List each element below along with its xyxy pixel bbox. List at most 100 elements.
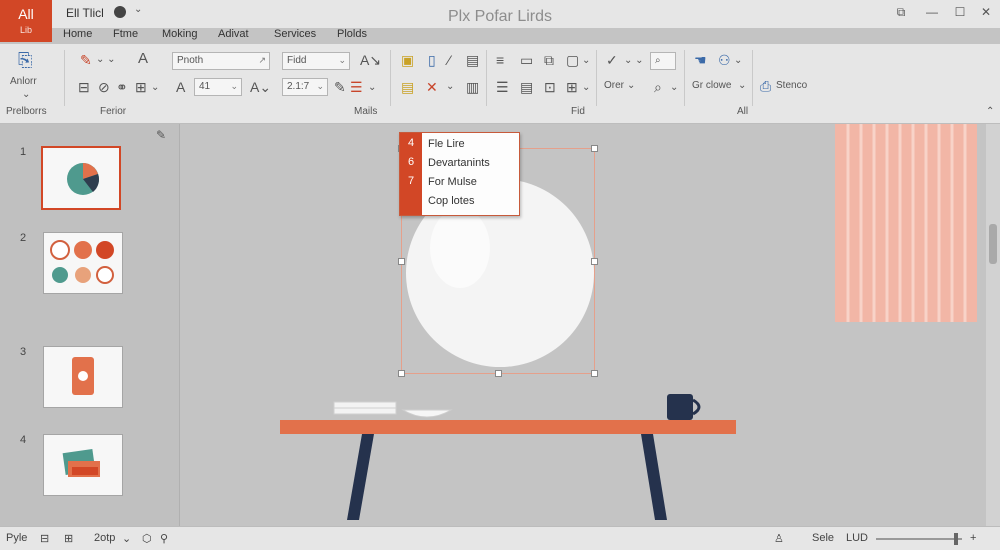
style-select[interactable]: Fidd ⌄ xyxy=(282,52,350,70)
context-menu-item[interactable]: 7 For Mulse xyxy=(400,173,519,192)
delete-icon[interactable]: ✕ xyxy=(426,79,438,95)
resize-handle[interactable] xyxy=(398,258,405,265)
share-icon[interactable]: ⎙ xyxy=(760,78,771,94)
arrange-button-label[interactable]: Orer xyxy=(604,80,624,91)
chevron-down-icon[interactable]: ⌄ ⌄ xyxy=(96,52,116,68)
text-style-icon[interactable]: A xyxy=(138,51,148,67)
slide-thumbnail-2[interactable] xyxy=(43,232,123,294)
highlight-icon[interactable]: ☰ xyxy=(350,79,363,95)
shape-icon[interactable]: ⊘ xyxy=(98,79,110,95)
resize-handle[interactable] xyxy=(495,370,502,377)
page-icon[interactable]: ▢ xyxy=(566,52,579,68)
zoom-box-icon[interactable]: ⊡ xyxy=(544,79,556,95)
ribbon-display-icon[interactable]: ⧉ xyxy=(891,5,911,23)
tab-moking[interactable]: Moking xyxy=(162,28,197,40)
chevron-down-icon[interactable]: ⌄ xyxy=(582,80,590,96)
chevron-down-icon[interactable]: ⌄ xyxy=(368,80,376,96)
minimize-button[interactable]: — xyxy=(922,5,942,23)
chevron-down-icon[interactable]: ⌄ xyxy=(670,80,678,96)
image-icon[interactable]: ⧉ xyxy=(544,52,554,68)
context-menu-item[interactable]: Cop lotes xyxy=(400,192,519,211)
chevron-down-icon[interactable]: ⌄ xyxy=(122,532,131,545)
resize-handle[interactable] xyxy=(591,145,598,152)
font-color-icon[interactable]: A xyxy=(176,79,185,95)
columns-icon[interactable]: ▤ xyxy=(520,79,533,95)
grid-icon[interactable]: ▤ xyxy=(466,52,479,68)
vertical-scrollbar[interactable] xyxy=(986,124,1000,526)
tab-services[interactable]: Services xyxy=(274,28,316,40)
layout-icon[interactable]: ⊞ xyxy=(135,79,147,95)
tab-home[interactable]: Home xyxy=(63,28,92,40)
autosave-icon[interactable] xyxy=(114,6,126,18)
context-menu-item[interactable]: 4 Fle Lire xyxy=(400,135,519,154)
grow-font-icon[interactable]: A⌄ xyxy=(250,79,271,95)
slide-thumbnail-3[interactable] xyxy=(43,346,123,408)
chevron-down-icon[interactable]: ⌄ xyxy=(627,80,635,91)
notes-icon[interactable]: ⊟ xyxy=(40,532,49,545)
chevron-down-icon[interactable]: ⌄ xyxy=(738,80,746,91)
slide-canvas[interactable]: 4 Fle Lire 6 Devartanints 7 For Mulse Co… xyxy=(181,124,986,526)
link-icon[interactable]: ⚭ xyxy=(116,79,128,95)
chevron-down-icon[interactable]: ⌄ xyxy=(734,53,742,69)
ribbon-group1-button-label[interactable]: Anlorr xyxy=(10,76,37,87)
chevron-down-icon[interactable]: ⌄ xyxy=(134,4,142,15)
slash-icon[interactable]: ⁄ xyxy=(448,52,450,68)
chevron-down-icon[interactable]: ⌄ xyxy=(582,53,590,69)
chevron-down-icon[interactable]: ⌄ ⌄ xyxy=(624,53,644,69)
insert-icon[interactable]: ▯ xyxy=(428,52,436,68)
resize-handle[interactable] xyxy=(591,258,598,265)
pen-icon[interactable]: ✎ xyxy=(334,79,346,95)
spacing-select[interactable]: 2.1:7 ⌄ xyxy=(282,78,328,96)
table-grid-icon[interactable]: ⊞ xyxy=(566,79,578,95)
status-view-label[interactable]: LUD xyxy=(846,532,868,544)
accessibility-icon[interactable]: ⚲ xyxy=(160,532,168,545)
settings-icon[interactable]: ⬡ xyxy=(142,532,152,545)
resize-handle[interactable] xyxy=(398,370,405,377)
ruler-icon[interactable]: ▥ xyxy=(466,79,479,95)
share-person-icon[interactable]: ⚇ xyxy=(718,52,731,68)
find-icon[interactable]: ⌕ xyxy=(654,79,662,95)
edit-icon[interactable]: ✎ xyxy=(156,128,166,142)
hand-icon[interactable]: ☚ xyxy=(694,52,707,68)
tab-plolds[interactable]: Plolds xyxy=(337,28,367,40)
align-left-icon[interactable]: ≡ xyxy=(496,52,504,68)
zoom-slider-thumb[interactable] xyxy=(954,533,958,545)
align-center-icon[interactable]: ☰ xyxy=(496,79,509,95)
clipboard-icon[interactable]: ⎘ xyxy=(18,51,32,69)
resize-handle[interactable] xyxy=(591,370,598,377)
table-icon[interactable]: ⊟ xyxy=(78,79,90,95)
document-icon[interactable]: ▤ xyxy=(401,79,414,95)
zoom-slider[interactable] xyxy=(876,538,962,540)
maximize-button[interactable]: ☐ xyxy=(950,5,970,23)
tab-ftme[interactable]: Ftme xyxy=(113,28,138,40)
app-badge[interactable]: All Lib xyxy=(0,0,52,42)
document-title[interactable]: Ell Tlicl xyxy=(66,6,104,20)
view-icon[interactable]: ⊞ xyxy=(64,532,73,545)
chevron-down-icon[interactable]: ⌄ xyxy=(446,79,454,95)
font-size-select[interactable]: 41 ⌄ xyxy=(194,78,242,96)
chevron-down-icon[interactable]: ⌄ xyxy=(151,80,159,96)
tab-adivat[interactable]: Adivat xyxy=(218,28,249,40)
text-effects-icon[interactable]: A↘ xyxy=(360,52,381,68)
collapse-ribbon-icon[interactable]: ⌃ xyxy=(986,106,994,117)
comment-icon[interactable]: ✎ xyxy=(80,52,92,68)
overflow-button-label[interactable]: Gr clowe xyxy=(692,80,731,91)
zoom-level-label[interactable]: 2otp xyxy=(94,532,115,544)
zoom-in-icon[interactable]: + xyxy=(970,532,976,544)
draw-icon[interactable]: ✓ xyxy=(606,52,618,68)
new-slide-icon[interactable]: ▣ xyxy=(401,52,414,68)
chevron-down-icon[interactable]: ⌄ xyxy=(22,89,30,100)
slide-thumbnail-4[interactable] xyxy=(43,434,123,496)
window-title: Plx Pofar Lirds xyxy=(447,8,553,25)
text-box-icon[interactable]: ▭ xyxy=(520,52,533,68)
app-badge-sublabel: Lib xyxy=(19,25,32,35)
scrollbar-thumb[interactable] xyxy=(989,224,997,264)
close-button[interactable]: ✕ xyxy=(976,5,996,23)
person-icon[interactable]: ♙ xyxy=(774,532,784,545)
context-menu-item[interactable]: 6 Devartanints xyxy=(400,154,519,173)
status-view-label[interactable]: Sele xyxy=(812,532,834,544)
font-name-select[interactable]: Pnoth ↗ xyxy=(172,52,270,70)
share-button-label[interactable]: Stenco xyxy=(776,80,807,91)
search-field[interactable]: ⌕ xyxy=(650,52,676,70)
slide-thumbnail-1[interactable] xyxy=(41,146,121,210)
